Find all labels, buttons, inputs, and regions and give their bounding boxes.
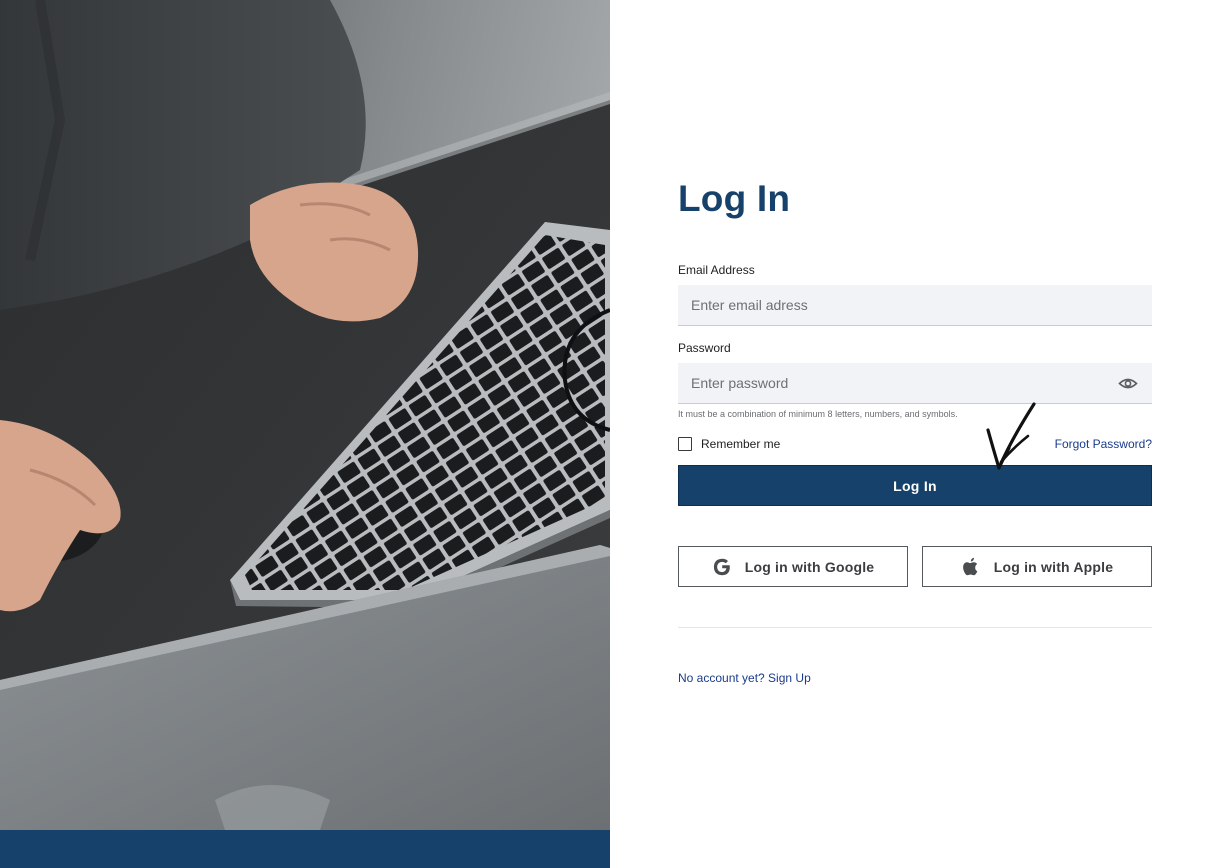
google-icon: [712, 557, 732, 577]
apple-login-button[interactable]: Log in with Apple: [922, 546, 1152, 587]
photo-footer-bar: [0, 830, 610, 868]
google-login-button[interactable]: Log in with Google: [678, 546, 908, 587]
email-input[interactable]: [678, 285, 1152, 325]
login-button[interactable]: Log In: [678, 465, 1152, 506]
google-login-label: Log in with Google: [744, 558, 875, 575]
remember-me-label: Remember me: [701, 437, 781, 451]
hero-photo-illustration: [0, 0, 610, 868]
password-hint: It must be a combination of minimum 8 le…: [678, 409, 958, 419]
eye-icon[interactable]: [1118, 375, 1138, 392]
apple-icon: [961, 557, 981, 577]
email-label: Email Address: [678, 263, 755, 277]
forgot-password-link[interactable]: Forgot Password?: [1055, 437, 1152, 451]
page-title: Log In: [678, 178, 791, 219]
signup-link[interactable]: No account yet? Sign Up: [678, 671, 811, 685]
password-input[interactable]: [678, 363, 1152, 403]
divider: [678, 627, 1152, 628]
login-form-panel: Log In Email Address Password It must be…: [610, 0, 1220, 868]
email-field-wrapper: [678, 285, 1152, 326]
password-field-wrapper: [678, 363, 1152, 404]
hero-photo: [0, 0, 610, 868]
password-label: Password: [678, 341, 731, 355]
apple-login-label: Log in with Apple: [993, 558, 1114, 575]
remember-me-checkbox[interactable]: [678, 437, 692, 451]
remember-me-row: Remember me: [678, 436, 780, 452]
